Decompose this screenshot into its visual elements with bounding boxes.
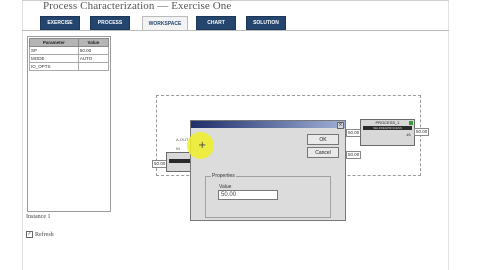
- crosshair-cursor-icon: +: [198, 140, 207, 151]
- parameters-panel: Parameter Value SP 50.00 MODE AUTO IO_OP…: [27, 36, 111, 212]
- parameter-name: IO_OPTS: [29, 62, 79, 71]
- process-block[interactable]: PROCESS_1 SELFREGPROCESS #1: [360, 119, 415, 146]
- parameter-value[interactable]: 50.00: [77, 46, 110, 55]
- ok-button[interactable]: OK: [307, 134, 339, 145]
- parameter-name: MODE: [29, 54, 79, 63]
- refresh-checkbox[interactable]: ✓ Refresh: [26, 231, 54, 238]
- value-column-header: Value: [77, 38, 110, 47]
- page-border-left: [22, 0, 23, 270]
- status-led-icon: [409, 121, 413, 125]
- process-block-type: SELFREGPROCESS: [363, 126, 412, 130]
- close-icon[interactable]: ×: [337, 122, 344, 129]
- process-output-value: 50.00: [346, 151, 362, 159]
- process-block-name: PROCESS_1: [375, 120, 400, 125]
- process-block-number: #1: [406, 132, 411, 137]
- parameter-name: SP: [29, 46, 79, 55]
- parameter-value[interactable]: AUTO: [77, 54, 110, 63]
- parameter-value[interactable]: [77, 62, 110, 71]
- parameter-column-header: Parameter: [29, 38, 79, 47]
- properties-dialog: × OK Cancel Properties Value 50.00: [190, 120, 346, 221]
- parameters-table: Parameter Value SP 50.00 MODE AUTO IO_OP…: [29, 38, 110, 71]
- process-input-value: 50.00: [346, 129, 362, 137]
- page-border-right: [448, 0, 449, 270]
- table-row[interactable]: MODE AUTO: [29, 54, 110, 63]
- tab-exercise[interactable]: EXERCISE: [40, 16, 80, 30]
- input-block-bar: [169, 159, 191, 163]
- output-value-readout: 50.00: [414, 128, 430, 136]
- checkmark-icon[interactable]: ✓: [26, 231, 33, 238]
- table-row[interactable]: IO_OPTS: [29, 62, 110, 71]
- page-title: Process Characterization — Exercise One: [43, 0, 232, 12]
- tab-process[interactable]: PROCESS: [90, 16, 130, 30]
- table-row[interactable]: SP 50.00: [29, 46, 110, 55]
- tab-workspace[interactable]: WORKSPACE: [142, 16, 188, 31]
- dialog-title-bar[interactable]: [191, 121, 345, 128]
- ghost-label: IN: [176, 146, 180, 151]
- tab-underline: [22, 30, 449, 31]
- cancel-button[interactable]: Cancel: [307, 147, 339, 158]
- tab-chart[interactable]: CHART: [196, 16, 236, 30]
- tab-solution[interactable]: SOLUTION: [246, 16, 286, 30]
- value-field[interactable]: 50.00: [218, 190, 278, 200]
- input-value-readout: 50.00: [152, 160, 168, 168]
- refresh-label: Refresh: [35, 231, 54, 238]
- properties-group-label: Properties: [211, 173, 236, 179]
- instance-label: Instance 1: [26, 214, 51, 220]
